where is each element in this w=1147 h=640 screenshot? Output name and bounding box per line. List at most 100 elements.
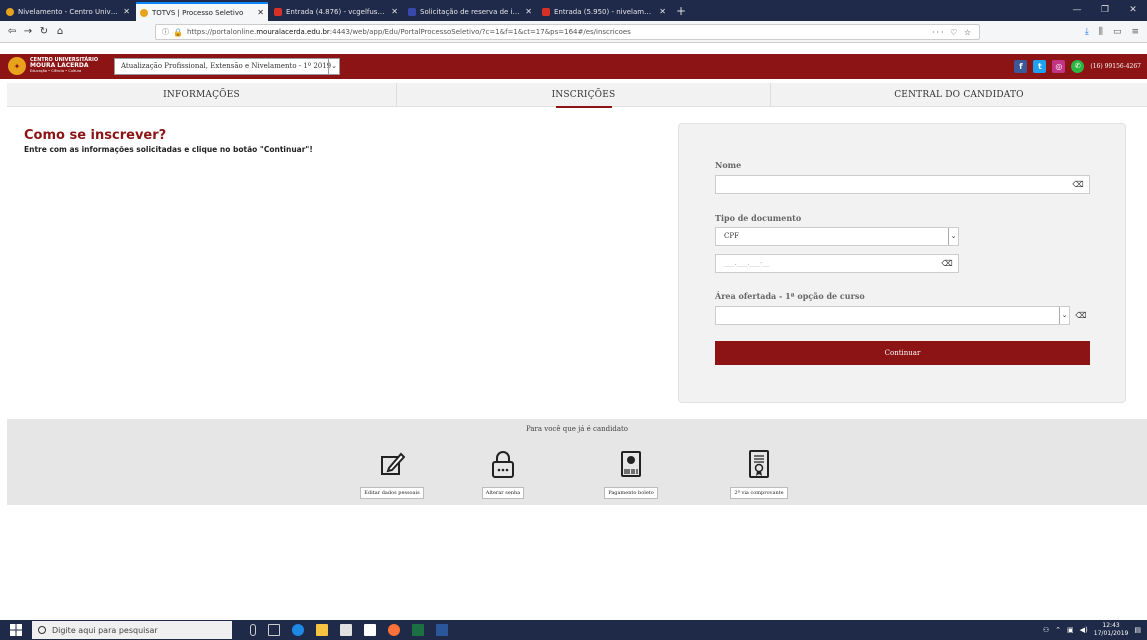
eraser-icon[interactable]: ⌫ [1069,176,1087,193]
notifications-icon[interactable]: ▤ [1134,626,1141,634]
task-view-icon[interactable] [268,624,280,636]
browser-tab-active[interactable]: TOTVS | Processo Seletivo ✕ [136,2,268,21]
chevron-up-icon[interactable]: ⌃ [1055,626,1061,634]
download-icon[interactable]: ⤓ [1085,27,1089,37]
close-window-icon[interactable]: ✕ [1119,0,1147,21]
lock-icon: 🔒 [173,27,183,37]
page-actions-icon[interactable]: ··· ♡ ☆ [932,28,973,37]
eraser-icon[interactable]: ⌫ [1072,307,1090,324]
course-area-label: Área ofertada - 1ª opção de curso [715,291,865,301]
info-icon[interactable]: ⓘ [162,27,169,37]
close-tab-icon[interactable]: ✕ [391,7,398,16]
close-tab-icon[interactable]: ✕ [659,7,666,16]
browser-tab[interactable]: Solicitação de reserva de instal ✕ [404,2,536,21]
logo-line3: Educação • Ciência • Cultura [30,68,82,73]
twitter-icon[interactable]: t [1033,60,1047,73]
excel-icon[interactable] [412,624,424,636]
receipt-copy-button[interactable]: 2ª via comprovante [730,487,788,499]
continue-button[interactable]: Continuar [715,341,1090,365]
tab-informacoes[interactable]: INFORMAÇÕES [7,83,396,106]
close-tab-icon[interactable]: ✕ [123,7,130,16]
close-tab-icon[interactable]: ✕ [525,7,532,16]
tab-title: Entrada (5.950) - nivelamento@ [554,7,655,16]
receipt-copy-item[interactable]: 2ª via comprovante [724,449,794,499]
mail-icon[interactable] [364,624,376,636]
name-label: Nome [715,160,742,170]
facebook-icon[interactable]: f [1014,60,1028,73]
brand-bar: ✦ CENTRO UNIVERSITÁRIO MOURA LACERDA Edu… [0,54,1147,79]
social-links: f t ◎ ✆ (16) 99156-4267 [1014,58,1141,75]
home-icon[interactable]: ⌂ [52,26,68,37]
phone-number: (16) 99156-4267 [1090,63,1141,70]
doc-number-placeholder: ___.___.___-__ [724,259,770,267]
crest-icon: ✦ [8,57,26,75]
payment-slip-button[interactable]: Pagamento boleto [604,487,658,499]
menu-icon[interactable]: ≡ [1131,27,1139,37]
os-taskbar: Digite aqui para pesquisar ⚇ ⌃ ▣ ◀) 12:4… [0,620,1147,640]
gmail-icon [542,7,550,16]
clock-date: 17/01/2019 [1093,630,1129,637]
lock-icon [492,451,514,478]
change-password-button[interactable]: Alterar senha [481,487,525,499]
form-icon [408,7,416,16]
windows-start-icon[interactable] [10,624,22,636]
maximize-icon[interactable]: ❐ [1091,0,1119,21]
tab-central-candidato[interactable]: CENTRAL DO CANDIDATO [770,83,1147,106]
chevron-down-icon: ⌄ [1059,307,1069,324]
word-icon[interactable] [436,624,448,636]
firefox-icon[interactable] [388,624,400,636]
volume-icon[interactable]: ◀) [1080,626,1088,634]
url-suffix: :4443/web/app/Edu/PortalProcessoSeletivo… [329,28,631,36]
browser-toolbar: ⇦ → ↻ ⌂ ⓘ 🔒 https://portalonline. mourala… [0,21,1147,43]
doc-type-select[interactable]: CPF ⌄ [715,227,959,246]
browser-toolbar-right: ⤓ ⫼ ▭ ≡ [1085,21,1139,43]
site-logo[interactable]: ✦ CENTRO UNIVERSITÁRIO MOURA LACERDA Edu… [8,57,98,75]
browser-tab[interactable]: Nivelamento - Centro Universi ✕ [2,2,134,21]
tab-title: Entrada (4.876) - vcgelfuso@ [286,7,388,16]
favicon-icon [140,8,148,17]
forward-icon[interactable]: → [20,26,36,37]
payment-slip-icon [621,451,641,477]
process-select[interactable]: Atualização Profissional, Extensão e Niv… [114,58,340,75]
main-nav: INFORMAÇÕES INSCRIÇÕES CENTRAL DO CANDID… [7,83,1147,108]
back-icon[interactable]: ⇦ [4,26,20,37]
chevron-down-icon: ⌄ [948,228,958,245]
file-explorer-icon[interactable] [316,624,328,636]
doc-number-input[interactable]: ___.___.___-__ ⌫ [715,254,959,273]
whatsapp-icon[interactable]: ✆ [1071,60,1085,73]
payment-slip-item[interactable]: Pagamento boleto [596,449,666,499]
taskbar-search[interactable]: Digite aqui para pesquisar [32,621,232,639]
clock[interactable]: 12:43 17/01/2019 [1094,622,1129,638]
eraser-icon[interactable]: ⌫ [938,255,956,272]
registration-form: Nome ⌫ Tipo de documento CPF ⌄ ___.___._… [678,123,1126,403]
instagram-icon[interactable]: ◎ [1052,60,1066,73]
microphone-icon[interactable] [250,624,256,636]
network-icon[interactable]: ▣ [1067,626,1074,634]
browser-tab-bar: Nivelamento - Centro Universi ✕ TOTVS | … [0,0,1147,21]
browser-tab[interactable]: Entrada (5.950) - nivelamento@ ✕ [538,2,670,21]
new-tab-button[interactable]: + [676,2,686,21]
library-icon[interactable]: ⫼ [1099,27,1103,37]
change-password-item[interactable]: Alterar senha [468,449,538,499]
browser-tab[interactable]: Entrada (4.876) - vcgelfuso@ ✕ [270,2,402,21]
edge-icon[interactable] [292,624,304,636]
tab-title: TOTVS | Processo Seletivo [152,8,244,17]
edit-personal-data-button[interactable]: Editar dados pessoais [360,487,424,499]
people-icon[interactable]: ⚇ [1043,626,1049,634]
name-input[interactable]: ⌫ [715,175,1090,194]
system-tray: ⚇ ⌃ ▣ ◀) 12:43 17/01/2019 ▤ [1043,620,1141,640]
close-tab-icon[interactable]: ✕ [257,8,264,17]
page-title: Como se inscrever? [24,128,167,143]
clock-time: 12:43 [1102,622,1120,629]
course-area-select[interactable]: ⌄ [715,306,1070,325]
sidebar-icon[interactable]: ▭ [1113,27,1122,37]
edit-personal-data-item[interactable]: Editar dados pessoais [357,449,427,499]
tab-inscricoes[interactable]: INSCRIÇÕES [396,83,770,108]
address-bar[interactable]: ⓘ 🔒 https://portalonline. mouralacerda.ed… [155,24,980,40]
window-controls: — ❐ ✕ [1063,0,1147,21]
store-icon[interactable] [340,624,352,636]
page-subtitle: Entre com as informações solicitadas e c… [24,145,313,154]
minimize-icon[interactable]: — [1063,0,1091,21]
reload-icon[interactable]: ↻ [36,26,52,37]
certificate-icon [749,450,769,478]
